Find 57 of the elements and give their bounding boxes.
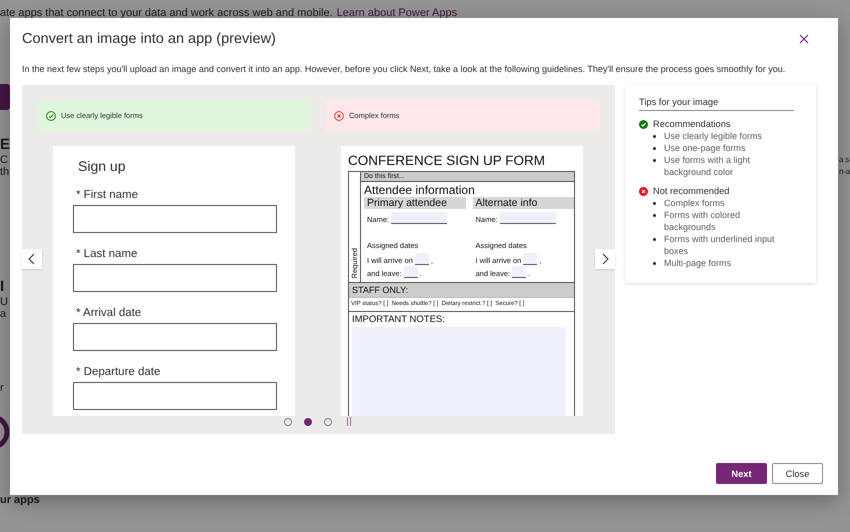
bullet-icon bbox=[653, 135, 656, 138]
error-circle-icon bbox=[334, 110, 344, 120]
tip-text: Forms with underlined input boxes bbox=[664, 233, 776, 257]
field-label: * Departure date bbox=[76, 366, 162, 378]
pause-icon[interactable] bbox=[346, 417, 352, 426]
intro-text: ate apps that connect to your data and work across web and mobile. bbox=[0, 7, 333, 19]
page-text: a s bbox=[839, 154, 850, 166]
form-title: CONFERENCE SIGN UP FORM bbox=[348, 153, 546, 168]
section-heading: ur apps bbox=[0, 494, 40, 506]
page-text: E bbox=[0, 136, 10, 154]
page-text: I bbox=[0, 278, 6, 296]
bullet-icon bbox=[653, 202, 656, 205]
bullet-icon bbox=[653, 238, 656, 241]
form-title: Sign up bbox=[78, 158, 126, 174]
page-text: U bbox=[0, 296, 9, 308]
tip-text: Forms with colored backgrounds bbox=[664, 209, 742, 233]
page-text: a bbox=[0, 308, 8, 320]
staff-heading: STAFF ONLY: bbox=[349, 283, 574, 298]
bullet-icon bbox=[653, 262, 656, 265]
page-dot[interactable] bbox=[324, 418, 332, 426]
tip-text: Multi-page forms bbox=[664, 257, 732, 269]
field-label: * Arrival date bbox=[76, 307, 142, 319]
page-text: r bbox=[0, 382, 5, 394]
group-heading: Not recommended bbox=[653, 186, 730, 196]
tip-text: Use forms with a light background color bbox=[664, 154, 752, 178]
check-circle-icon bbox=[46, 110, 56, 120]
learn-link[interactable]: Learn about Power Apps bbox=[336, 7, 458, 19]
error-circle-icon bbox=[639, 186, 648, 196]
next-slide-button[interactable] bbox=[595, 249, 615, 269]
page-dot[interactable] bbox=[304, 418, 312, 426]
chevron-right-icon bbox=[600, 253, 610, 265]
page-dot[interactable] bbox=[284, 418, 292, 426]
tips-title: Tips for your image bbox=[639, 97, 794, 111]
chevron-left-icon bbox=[27, 253, 37, 265]
column-heading: Primary attendee bbox=[364, 197, 466, 209]
bullet-icon bbox=[653, 214, 656, 217]
section-heading: Attendee information bbox=[363, 182, 476, 197]
field-label: * Last name bbox=[76, 248, 138, 260]
check-circle-icon bbox=[639, 120, 648, 128]
tip-text: Use one-page forms bbox=[664, 142, 746, 154]
group-heading: Recommendations bbox=[653, 119, 731, 129]
tip-text: Use clearly legible forms bbox=[664, 130, 762, 142]
page-text: C bbox=[0, 154, 9, 166]
bullet-icon bbox=[653, 159, 656, 162]
previous-button[interactable] bbox=[22, 249, 42, 269]
dialog-description: In the next few steps you'll upload an image and convert it into an app. However, before you click Next, take a look at the following guidelines. They'll ensure the process goes smoothly for you. bbox=[22, 64, 786, 74]
next-button[interactable]: Next bbox=[716, 463, 767, 484]
tip-text: Complex forms bbox=[664, 197, 725, 209]
close-icon[interactable] bbox=[798, 33, 810, 45]
close-button[interactable]: Close bbox=[772, 463, 823, 484]
dialog-title: Convert an image into an app (preview) bbox=[22, 31, 276, 47]
notes-heading: IMPORTANT NOTES: bbox=[351, 313, 446, 327]
field-label: * First name bbox=[76, 189, 139, 201]
page-text: th bbox=[0, 166, 10, 178]
bullet-icon bbox=[653, 147, 656, 150]
column-heading: Alternate info bbox=[472, 197, 574, 209]
page-text: n-a bbox=[839, 166, 850, 178]
